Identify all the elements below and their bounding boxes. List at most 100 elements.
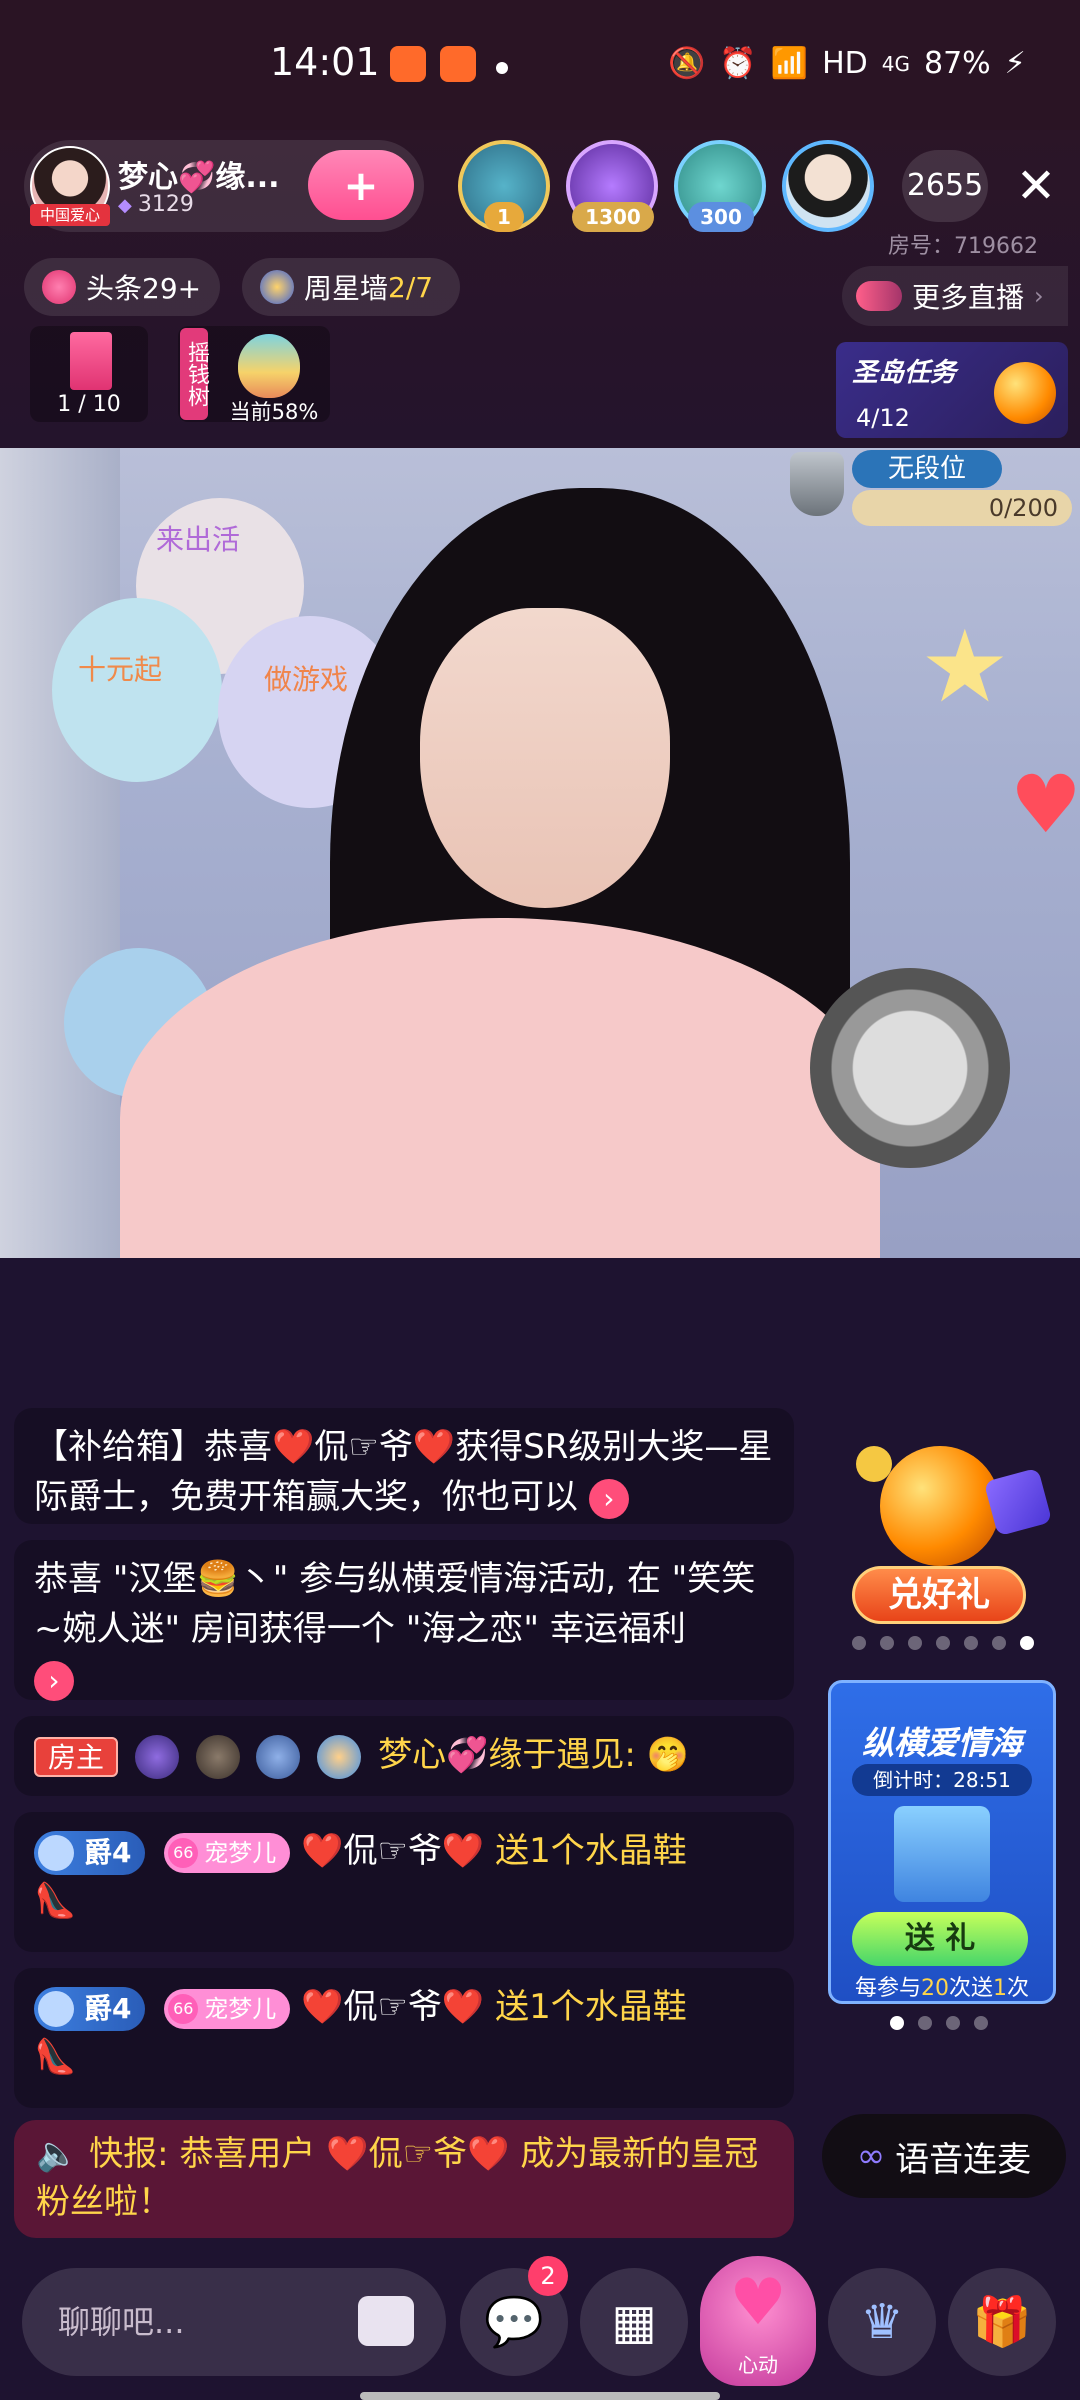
- crown-icon: ♛: [860, 2294, 904, 2350]
- flash-label: 快报:: [89, 2134, 169, 2174]
- heart-icon: ♥: [729, 2266, 787, 2340]
- app-notification-icon: [390, 46, 426, 82]
- plus-heart-icon: +: [343, 160, 379, 210]
- more-live-label: 更多直播: [912, 281, 1025, 314]
- gift-button[interactable]: 🎁: [948, 2268, 1056, 2376]
- send-gift-button[interactable]: 送 礼: [852, 1912, 1028, 1966]
- balloon-text: 来出活: [156, 523, 241, 556]
- viewer-count[interactable]: 2655: [902, 150, 988, 222]
- mission-progress: 4/12: [856, 404, 910, 432]
- crystal-shoe-icon: 👠: [34, 1881, 77, 1921]
- network-label: HD: [822, 46, 868, 81]
- crystal-shoe-icon: 👠: [34, 2037, 77, 2077]
- diamond-icon: [38, 1990, 74, 2027]
- grid-icon: ▦: [611, 2294, 657, 2350]
- crown-button[interactable]: ♛: [828, 2268, 936, 2376]
- star-wall-pill[interactable]: 周星墙 2/7: [242, 258, 460, 316]
- chat-text: 【补给箱】恭喜❤️侃☞爷❤️获得SR级别大奖—星际爵士，免费开箱赢大奖，你也可以: [34, 1427, 773, 1517]
- dragon-orb-icon[interactable]: [880, 1446, 1000, 1566]
- gift-text: 送1个水晶鞋: [495, 1987, 687, 2027]
- link-icon: ∞: [856, 2136, 886, 2176]
- message-count-badge: 2: [528, 2256, 568, 2296]
- balloon: [52, 598, 222, 782]
- more-live-button[interactable]: 更多直播 ›: [842, 266, 1068, 326]
- carousel-dots: [852, 1636, 1034, 1650]
- more-apps-button[interactable]: ▦: [580, 2268, 688, 2376]
- fan-level: 66: [168, 1993, 199, 2024]
- wifi-icon: 📶: [770, 46, 809, 81]
- sender-name: ❤️侃☞爷❤️: [301, 1831, 485, 1871]
- medal-icon: [317, 1734, 362, 1779]
- headline-label: 头条29+: [86, 272, 202, 305]
- chat-text: 恭喜 "汉堡🍔丶" 参与纵横爱情海活动, 在 "笑笑~婉人迷" 房间获得一个 "…: [34, 1559, 756, 1649]
- balloon-text: 做游戏: [264, 663, 349, 696]
- yacht-icon: [894, 1806, 990, 1902]
- room-number: 房号：719662: [888, 234, 1038, 259]
- owner-tag: 房主: [34, 1736, 119, 1777]
- shield-icon[interactable]: [790, 452, 844, 516]
- voice-link-label: 语音连麦: [895, 2139, 1032, 2180]
- chat-message-system[interactable]: 【补给箱】恭喜❤️侃☞爷❤️获得SR级别大奖—星际爵士，免费开箱赢大奖，你也可以…: [14, 1408, 794, 1524]
- egg-progress: 当前58%: [229, 400, 319, 424]
- headline-pill[interactable]: 头条29+: [24, 258, 220, 316]
- medal-icon: [195, 1734, 240, 1779]
- chat-message-gift[interactable]: 爵4 66 宠梦儿 ❤️侃☞爷❤️ 送1个水晶鞋 👠: [14, 1812, 794, 1952]
- gift-text: 送1个水晶鞋: [495, 1831, 687, 1871]
- host-name: 梦心💞缘...: [118, 160, 280, 195]
- heart-label: 心动: [738, 2353, 778, 2377]
- noble-tag: 爵4: [34, 1986, 146, 2031]
- star-wall-label: 周星墙: [304, 272, 389, 305]
- battery-label: 87%: [923, 46, 991, 81]
- chat-message-gift[interactable]: 爵4 66 宠梦儿 ❤️侃☞爷❤️ 送1个水晶鞋 👠: [14, 1968, 794, 2108]
- voice-link-button[interactable]: ∞ 语音连麦: [822, 2114, 1066, 2198]
- egg-icon: [238, 334, 300, 398]
- home-indicator[interactable]: [360, 2392, 720, 2400]
- top-viewer-score: 300: [688, 202, 754, 232]
- megaphone-icon: 🔈: [36, 2134, 79, 2174]
- signal-label: 4G: [881, 51, 910, 76]
- status-time: 14:01: [270, 40, 380, 84]
- money-tree-label: 摇钱树: [180, 328, 209, 420]
- heart-button[interactable]: ♥ 心动: [700, 2256, 816, 2386]
- event-note: 每参与20次送1次: [854, 1976, 1030, 2001]
- mute-icon: 🔕: [668, 46, 706, 81]
- close-icon[interactable]: ✕: [1008, 158, 1064, 214]
- rank-label[interactable]: 无段位: [852, 450, 1002, 488]
- event-title: 纵横爱情海: [861, 1724, 1022, 1762]
- fan-club-tag: 66 宠梦儿: [164, 1988, 291, 2029]
- sender-name: ❤️侃☞爷❤️: [301, 1987, 485, 2027]
- rank-progress: 0/200: [852, 490, 1072, 526]
- fan-club-tag: 66 宠梦儿: [164, 1832, 291, 1873]
- star-icon: [260, 270, 294, 304]
- carousel-dots: [890, 2016, 988, 2030]
- emoji: 🤭: [646, 1735, 690, 1775]
- chat-message-owner[interactable]: 房主 梦心💞缘于遇见: 🤭: [14, 1716, 794, 1796]
- flash-news-banner[interactable]: 🔈 快报: 恭喜用户 ❤️侃☞爷❤️ 成为最新的皇冠粉丝啦！: [14, 2120, 794, 2238]
- orb-icon: [994, 362, 1056, 424]
- heart-decoration: ♥: [1010, 758, 1080, 851]
- diamond-icon: [38, 1834, 74, 1871]
- host-badge: 中国爱心: [30, 204, 110, 226]
- noble-level: 爵4: [84, 1835, 132, 1869]
- status-right-group: 🔕 ⏰ 📶 HD 4G 87% ⚡: [668, 46, 1026, 81]
- fire-icon: [42, 270, 76, 304]
- app-notification-icon: [440, 46, 476, 82]
- chevron-right-icon: ›: [1034, 282, 1044, 310]
- star-wall-progress: 2/7: [388, 270, 434, 304]
- mission-title: 圣岛任务: [852, 358, 957, 388]
- live-video[interactable]: 来出活 十元起 做游戏 ★ ♥: [0, 448, 1080, 1258]
- medal-icon: [134, 1734, 179, 1779]
- follow-button[interactable]: +: [308, 150, 414, 220]
- alarm-icon: ⏰: [719, 46, 757, 81]
- chat-message-system[interactable]: 恭喜 "汉堡🍔丶" 参与纵横爱情海活动, 在 "笑笑~婉人迷" 房间获得一个 "…: [14, 1540, 794, 1701]
- noble-level: 爵4: [84, 1991, 132, 2025]
- fan-club-name: 宠梦儿: [204, 1838, 277, 1867]
- star-decoration: ★: [920, 608, 1010, 725]
- chevron-right-icon[interactable]: ›: [588, 1478, 629, 1519]
- fan-level: 66: [168, 1837, 199, 1868]
- top-viewer-rank: 1: [484, 202, 524, 232]
- top-viewer-avatar[interactable]: [782, 140, 874, 232]
- sofa-icon[interactable]: [358, 2296, 414, 2346]
- chevron-right-icon[interactable]: ›: [34, 1660, 74, 1701]
- redeem-button[interactable]: 兑好礼: [852, 1566, 1026, 1624]
